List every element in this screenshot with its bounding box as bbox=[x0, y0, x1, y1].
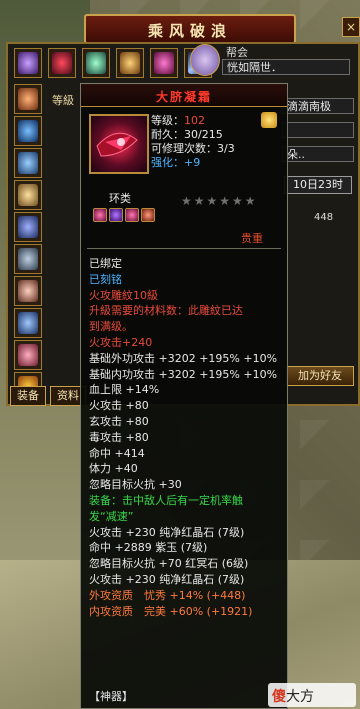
close-button[interactable]: × bbox=[342, 17, 360, 37]
close-icon: × bbox=[345, 20, 357, 34]
gem-icon bbox=[109, 208, 123, 222]
equip-slot-ring[interactable] bbox=[48, 48, 76, 78]
bracelet-icon bbox=[18, 312, 38, 334]
item-stats: 等级：102 耐久：30/215 可修理次数：3/3 强化：+9 bbox=[151, 114, 235, 170]
watermark-label: 大方 bbox=[286, 689, 314, 705]
enhance-label: 强化： bbox=[151, 156, 184, 169]
attribute-line: 毒攻击 +80 bbox=[89, 430, 149, 444]
tab-equipment[interactable]: 装备 bbox=[10, 386, 46, 406]
watermark-mark: 傻 bbox=[272, 689, 286, 705]
equip-slot-pants[interactable] bbox=[14, 212, 42, 242]
necklace-icon bbox=[18, 52, 38, 74]
artifact-tag: 【神器】 bbox=[89, 690, 133, 703]
attribute-line: 内攻资质 完美 +60% (+1921) bbox=[89, 604, 253, 618]
belt-icon bbox=[120, 52, 140, 74]
level-label: 等級 bbox=[52, 94, 74, 107]
attribute-line: 体力 +40 bbox=[89, 462, 138, 476]
attribute-line: 血上限 +14% bbox=[89, 383, 160, 397]
item-class: 环类 bbox=[109, 192, 131, 205]
equip-slot-accessory[interactable] bbox=[14, 340, 42, 370]
attribute-line: 忽略目标火抗 +70 红冥石 (6级) bbox=[89, 557, 249, 571]
amulet-icon bbox=[154, 52, 174, 74]
attribute-line: 命中 +414 bbox=[89, 446, 145, 460]
attribute-line: 外攻资质 忧秀 +14% (+448) bbox=[89, 588, 246, 602]
equip-slot-belt[interactable] bbox=[116, 48, 144, 78]
equip-slot-amulet[interactable] bbox=[150, 48, 178, 78]
repair-count: 可修理次数：3/3 bbox=[151, 142, 235, 155]
guild-emblem-icon bbox=[190, 44, 220, 76]
attribute-line: 装备：击中敌人后有一定机率触 bbox=[89, 493, 243, 507]
gem-icon bbox=[125, 208, 139, 222]
bracer-icon bbox=[18, 120, 38, 142]
equip-slot-bracelet[interactable] bbox=[14, 308, 42, 338]
equip-slot-armor[interactable] bbox=[82, 48, 110, 78]
window-title: 乘风破浪 bbox=[147, 22, 232, 40]
site-watermark: 傻大方 bbox=[268, 683, 356, 707]
equip-slot-glove[interactable] bbox=[14, 148, 42, 178]
item-ring-icon bbox=[89, 114, 149, 174]
durability: 耐久：30/215 bbox=[151, 128, 223, 141]
accessory-icon bbox=[18, 344, 38, 366]
attribute-line: 火攻击 +80 bbox=[89, 399, 149, 413]
star-rating: ★★★★★★ bbox=[181, 194, 258, 208]
attribute-line: 已绑定 bbox=[89, 257, 122, 270]
attribute-line: 命中 +2889 紫玉 (7级) bbox=[89, 541, 208, 555]
attribute-line: 发“减速” bbox=[89, 509, 134, 523]
helmet-icon bbox=[18, 88, 38, 110]
equip-slot-shoulder[interactable] bbox=[14, 180, 42, 210]
attribute-list: 已绑定已刻铭火攻雕紋10級升級需要的材料数：此雕紋已达 到满级。 火攻击+240 基础… bbox=[89, 256, 283, 619]
gear-icon[interactable] bbox=[261, 112, 277, 128]
divider bbox=[87, 248, 281, 249]
guild-name-field: 恍如隔世． bbox=[222, 59, 350, 75]
gem-icon bbox=[141, 208, 155, 222]
info-field-1 bbox=[282, 122, 354, 138]
attribute-line: 火攻击 +230 纯净红晶石 (7级) bbox=[89, 572, 245, 586]
attribute-line: 忽略目标火抗 +30 bbox=[89, 478, 182, 492]
enhance-value: +9 bbox=[184, 156, 201, 169]
armor-icon bbox=[86, 52, 106, 74]
attribute-line: 火攻击+240 bbox=[89, 335, 153, 349]
attribute-line: 玄攻击 +80 bbox=[89, 414, 149, 428]
glove-icon bbox=[18, 152, 38, 174]
attribute-line: 基础内功攻击 +3202 +195% +10% bbox=[89, 367, 278, 381]
watermark-text: 傻大方 bbox=[272, 686, 314, 706]
equip-slot-ring2[interactable] bbox=[14, 276, 42, 306]
window-titlebar: 乘风破浪 bbox=[84, 14, 296, 44]
equip-slot-necklace[interactable] bbox=[14, 48, 42, 78]
ring-icon bbox=[18, 280, 38, 302]
item-name: 大脐凝霜 bbox=[155, 90, 212, 104]
attribute-line: 基础外功攻击 +3202 +195% +10% bbox=[89, 351, 278, 365]
grade-label: 等级： bbox=[151, 114, 184, 127]
valuable-tag: 贵重 bbox=[241, 232, 263, 245]
side-value: 448 bbox=[314, 212, 334, 223]
info-field-2: 朵.. bbox=[282, 146, 354, 162]
grade-value: 102 bbox=[184, 114, 205, 127]
add-friend-button[interactable]: 加为好友 bbox=[286, 366, 354, 386]
attribute-line: 已刻铭 bbox=[89, 272, 122, 286]
equip-slot-head[interactable] bbox=[14, 84, 42, 114]
boots-icon bbox=[18, 248, 38, 270]
attribute-line: 到满级。 bbox=[89, 320, 133, 334]
time-remaining: 10日23时 bbox=[284, 176, 352, 194]
guild-label: 帮会 bbox=[226, 46, 248, 59]
pants-icon bbox=[18, 216, 38, 238]
shoulder-icon bbox=[18, 184, 38, 206]
ring-icon bbox=[52, 52, 72, 74]
gem-icon bbox=[93, 208, 107, 222]
item-tooltip: 大脐凝霜 等级：102 耐久：30/215 可修理次数：3/3 强化：+9 环类… bbox=[80, 83, 288, 709]
attribute-line: 火攻雕紋10級 bbox=[89, 288, 158, 302]
attribute-line: 火攻击 +230 纯净红晶石 (7级) bbox=[89, 525, 245, 539]
partner-field: 滴滴南极 bbox=[282, 98, 354, 114]
tooltip-header: 大脐凝霜 bbox=[81, 84, 287, 107]
equip-slot-boots[interactable] bbox=[14, 244, 42, 274]
equip-slot-bracer[interactable] bbox=[14, 116, 42, 146]
attribute-line: 升級需要的材料数：此雕紋已达 bbox=[89, 304, 243, 318]
